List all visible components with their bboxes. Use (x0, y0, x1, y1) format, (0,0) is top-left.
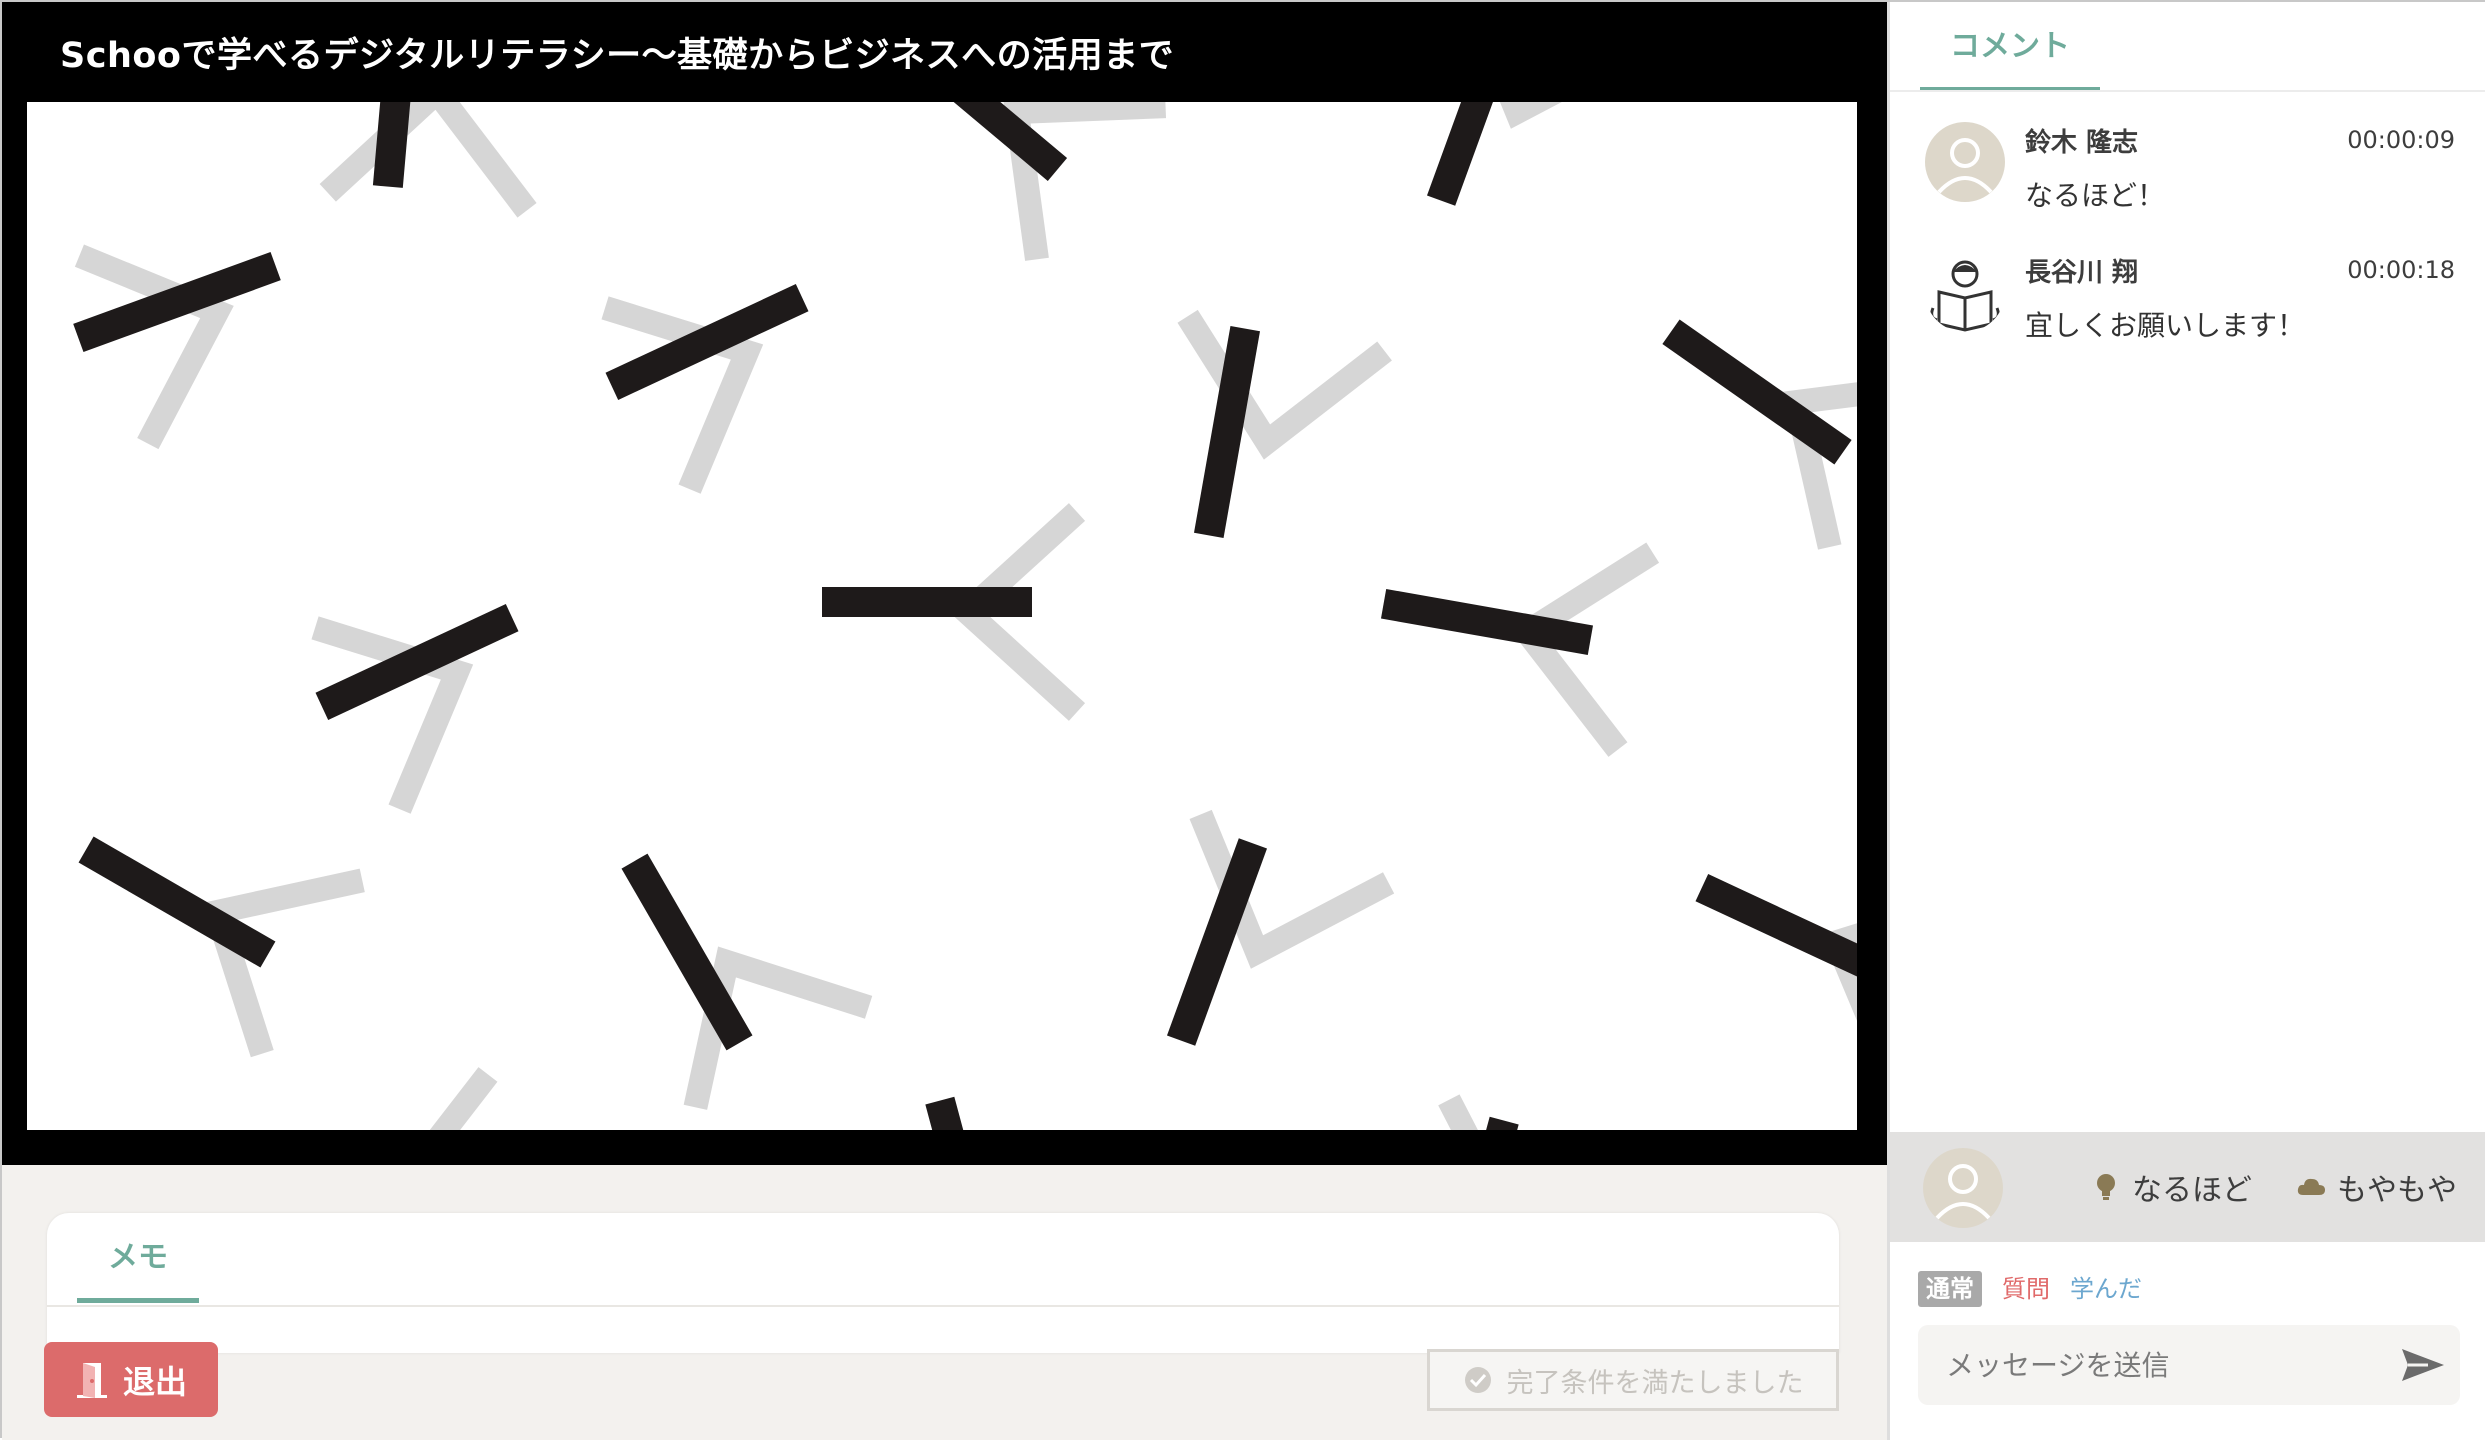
send-icon[interactable] (2400, 1345, 2446, 1385)
video-frame[interactable] (27, 102, 1857, 1130)
lecture-title: Schooで学べるデジタルリテラシー〜基礎からビジネスへの活用まで (60, 36, 1175, 76)
exit-label: 退出 (122, 1362, 187, 1401)
moyamoya-button[interactable]: もやもや (2295, 1162, 2457, 1212)
door-icon (76, 1362, 107, 1398)
video-content-pattern (73, 102, 1857, 1130)
message-input[interactable] (1946, 1325, 2366, 1405)
comment-text: なるほど！ (2025, 179, 2166, 212)
complete-label: 完了条件を満たしました (1506, 1367, 1804, 1399)
comment-mode-tabs: 通常 質問 学んだ (1918, 1270, 2142, 1308)
comment-item: 長谷川 翔 00:00:18 宜しくお願いします！ (1925, 252, 2455, 362)
mode-learned-tab[interactable]: 学んだ (2070, 1271, 2142, 1307)
app-window: Schooで学べるデジタルリテラシー〜基礎からビジネスへの活用まで メモ 退出 … (0, 0, 2485, 1440)
pattern-bar (1426, 102, 1528, 206)
default-avatar-icon (1925, 122, 2005, 202)
comment-sidebar: コメント 鈴木 隆志 00:00:09 なるほど！ 長谷川 翔 00:00:18… (1887, 2, 2485, 1440)
message-composer (1918, 1325, 2460, 1405)
reader-avatar-icon (1925, 252, 2005, 332)
comment-author: 鈴木 隆志 (2025, 128, 2139, 158)
tab-comments[interactable]: コメント (1920, 2, 2100, 92)
comment-time[interactable]: 00:00:18 (2347, 256, 2455, 284)
my-avatar-icon (1923, 1148, 2003, 1228)
moyamoya-label: もやもや (2337, 1173, 2457, 1208)
pattern-chevron (1177, 309, 1392, 460)
pattern-chevron (379, 1067, 530, 1130)
comment-text: 宜しくお願いします！ (2025, 309, 2306, 342)
comment-item: 鈴木 隆志 00:00:09 なるほど！ (1925, 122, 2455, 232)
video-player[interactable]: Schooで学べるデジタルリテラシー〜基礎からビジネスへの活用まで (2, 2, 1887, 1165)
sidebar-divider (1890, 90, 2485, 92)
exit-button[interactable]: 退出 (44, 1342, 218, 1417)
mode-question-tab[interactable]: 質問 (2002, 1271, 2050, 1307)
naruhodo-button[interactable]: なるほど (2090, 1162, 2252, 1212)
comment-time[interactable]: 00:00:09 (2347, 126, 2455, 154)
tab-memo[interactable]: メモ (77, 1213, 199, 1303)
pattern-bar (925, 1096, 1009, 1130)
cloud-icon (2297, 1178, 2325, 1195)
reaction-bar: なるほど もやもや (1890, 1132, 2485, 1242)
pattern-chevron (319, 102, 537, 218)
memo-divider (47, 1305, 1839, 1307)
complete-button[interactable]: 完了条件を満たしました (1427, 1349, 1839, 1411)
lightbulb-icon (2097, 1174, 2115, 1200)
memo-card: メモ (47, 1213, 1839, 1353)
comment-author: 長谷川 翔 (2025, 258, 2139, 288)
mode-normal-tab[interactable]: 通常 (1918, 1271, 1982, 1307)
naruhodo-label: なるほど (2132, 1173, 2252, 1208)
check-circle-icon (1464, 1367, 1491, 1393)
pattern-bar (372, 102, 422, 188)
pattern-chevron (1438, 1094, 1649, 1130)
